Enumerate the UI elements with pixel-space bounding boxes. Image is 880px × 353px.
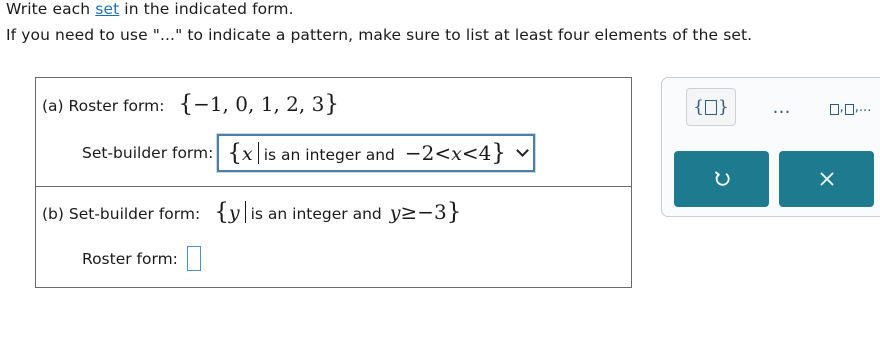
chevron-down-icon[interactable] — [516, 143, 529, 157]
clear-button[interactable] — [779, 151, 874, 207]
roster-form-label: Roster form: — [82, 249, 178, 268]
list-sep-glyph: , — [839, 99, 844, 115]
b-close-brace: } — [446, 199, 462, 225]
question-box: (a) Roster form: { −1, 0, 1, 2, 3 } Set-… — [35, 77, 632, 288]
close-icon — [820, 172, 833, 186]
part-b-roster-row: Roster form: — [82, 246, 201, 271]
set-link[interactable]: set — [95, 0, 119, 18]
list-tail-glyph: ,... — [854, 99, 872, 115]
such-that-bar — [257, 142, 259, 164]
undo-button[interactable] — [674, 151, 769, 207]
set-close-glyph: } — [718, 97, 729, 117]
instruction-line-1: Write each set in the indicated form. — [6, 0, 294, 18]
instruction-text-end: in the indicated form. — [119, 0, 294, 18]
roster-answer-input[interactable] — [186, 246, 201, 271]
sel-text: is an integer and — [263, 146, 395, 164]
setbuilder-selected-value: { x is an integer and −2 < x < 4 } — [227, 140, 506, 166]
math-toolbar: {} … ,,... — [661, 77, 880, 217]
part-b-label: (b) Set-builder form: — [42, 205, 201, 223]
b-var2: y — [389, 202, 401, 224]
sel-var2: x — [451, 143, 462, 165]
list-pattern-icon: ,,... — [829, 99, 872, 115]
b-such-that-bar — [244, 201, 246, 223]
part-b-setbuilder-row: (b) Set-builder form: { y is an integer … — [42, 199, 461, 225]
b-ge: ≥ — [400, 200, 418, 224]
roster-open-brace: { — [178, 91, 194, 117]
setbuilder-label: Set-builder form: — [82, 144, 214, 162]
sel-lt2: < — [461, 141, 479, 165]
part-a-label: (a) Roster form: — [42, 97, 165, 115]
sel-lhs: −2 — [404, 141, 435, 165]
ellipsis-button[interactable]: … — [757, 88, 807, 126]
sel-lt1: < — [434, 141, 452, 165]
sel-var: x — [242, 143, 253, 165]
b-text: is an integer and — [250, 205, 382, 223]
roster-values: −1, 0, 1, 2, 3 — [193, 92, 325, 116]
undo-icon — [714, 171, 730, 186]
sel-rhs: 4 — [478, 141, 492, 165]
ellipsis-icon: … — [772, 96, 792, 118]
list-pattern-button[interactable]: ,,... — [822, 88, 878, 126]
sel-open-brace: { — [227, 140, 242, 166]
b-var: y — [228, 202, 240, 224]
part-a-roster-row: (a) Roster form: { −1, 0, 1, 2, 3 } — [42, 91, 339, 117]
b-rhs: −3 — [417, 200, 447, 224]
roster-close-brace: } — [324, 91, 339, 117]
part-divider — [36, 186, 631, 187]
b-open-brace: { — [214, 199, 229, 225]
set-open-glyph: { — [693, 97, 704, 117]
set-braces-button[interactable]: {} — [686, 88, 736, 126]
set-braces-icon: {} — [693, 97, 729, 117]
sel-close-brace: } — [491, 140, 506, 166]
setbuilder-select[interactable]: { x is an integer and −2 < x < 4 } — [216, 133, 536, 173]
instruction-text: Write each — [6, 0, 96, 18]
instruction-line-2: If you need to use "..." to indicate a p… — [6, 26, 753, 44]
part-a-setbuilder-row: Set-builder form: { x is an integer and … — [82, 133, 536, 173]
